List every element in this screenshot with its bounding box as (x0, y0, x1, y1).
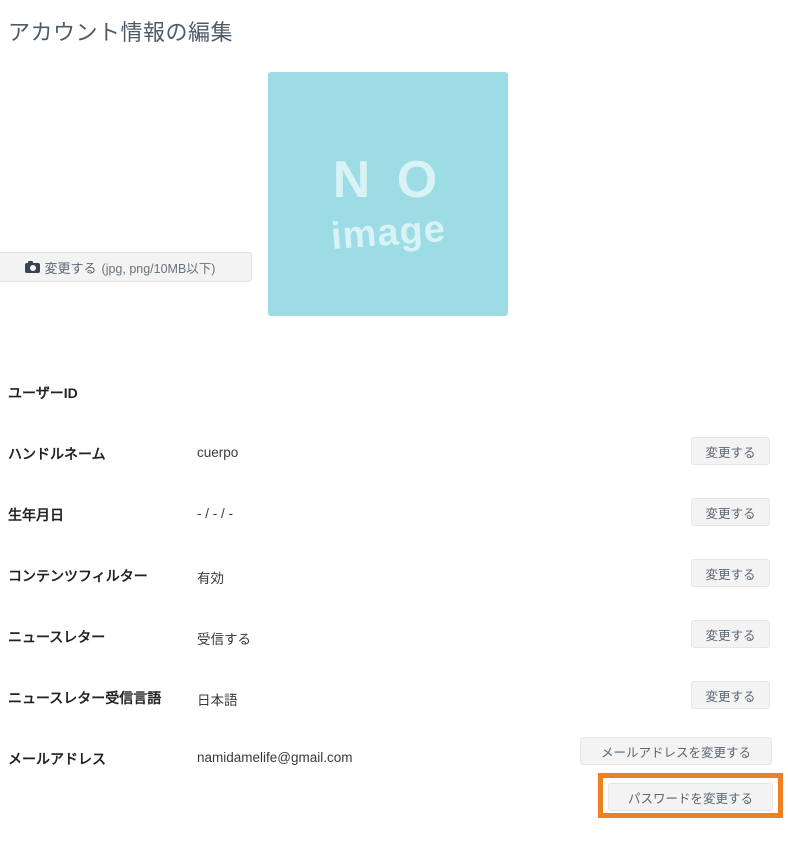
field-value: namidamelife@gmail.com (197, 750, 353, 765)
no-image-line2: image (329, 208, 447, 258)
change-password-button[interactable]: パスワードを変更する (608, 783, 773, 811)
field-row-newsletter: ニュースレター 受信する 変更する (0, 619, 788, 680)
change-birthdate-button[interactable]: 変更する (691, 498, 770, 526)
avatar-section: N O image (268, 72, 508, 316)
field-row-birthdate: 生年月日 - / - / - 変更する (0, 497, 788, 558)
change-newsletter-button[interactable]: 変更する (691, 620, 770, 648)
change-avatar-hint: (jpg, png/10MB以下) (101, 261, 216, 276)
field-row-newsletter-language: ニュースレター受信言語 日本語 変更する (0, 680, 788, 741)
field-label: ユーザーID (8, 385, 78, 401)
change-newsletter-language-button[interactable]: 変更する (691, 681, 770, 709)
page-title: アカウント情報の編集 (8, 20, 234, 45)
change-handle-name-button[interactable]: 変更する (691, 437, 770, 465)
field-label: 生年月日 (8, 507, 64, 523)
field-value: - / - / - (197, 506, 233, 521)
field-value: 有効 (197, 571, 224, 586)
no-image-placeholder: N O image (268, 72, 508, 316)
field-label: ニュースレター (8, 629, 106, 645)
camera-icon (24, 261, 40, 273)
field-value: 受信する (197, 632, 251, 647)
field-label: メールアドレス (8, 751, 106, 767)
field-row-content-filter: コンテンツフィルター 有効 変更する (0, 558, 788, 619)
field-value: 日本語 (197, 693, 238, 708)
field-row-user-id: ユーザーID (0, 375, 788, 436)
field-label: ハンドルネーム (8, 446, 106, 462)
change-content-filter-button[interactable]: 変更する (691, 559, 770, 587)
change-avatar-button[interactable]: 変更する (jpg, png/10MB以下) (0, 252, 252, 282)
field-row-handle-name: ハンドルネーム cuerpo 変更する (0, 436, 788, 497)
no-image-line1: N O (332, 151, 444, 209)
change-email-button[interactable]: メールアドレスを変更する (580, 737, 772, 765)
field-label: ニュースレター受信言語 (8, 690, 162, 706)
avatar-image[interactable]: N O image (268, 72, 508, 316)
field-label: コンテンツフィルター (8, 568, 148, 584)
change-avatar-label: 変更する (44, 260, 97, 276)
field-value: cuerpo (197, 445, 239, 460)
